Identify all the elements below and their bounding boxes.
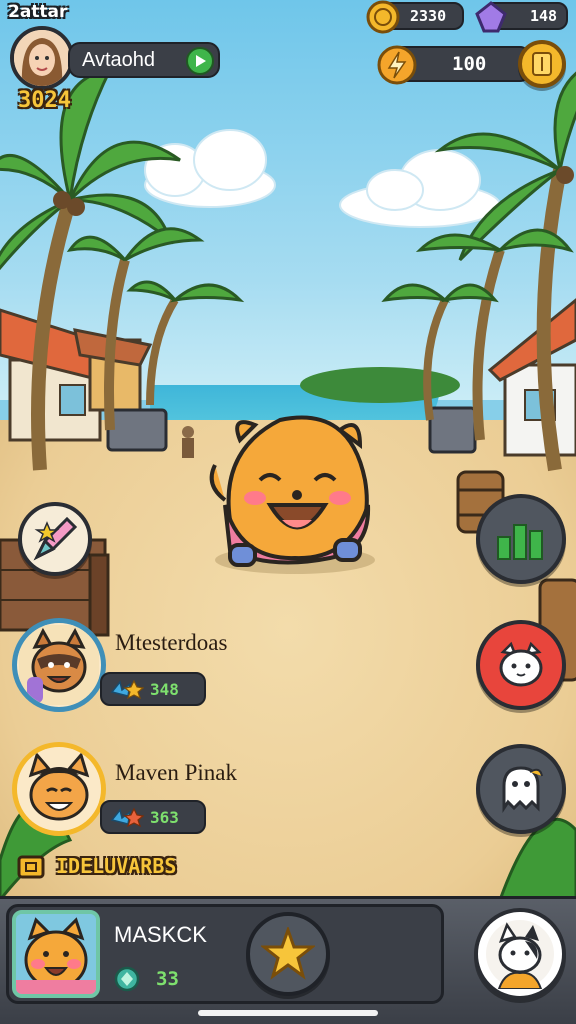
gold-coin-icon xyxy=(366,0,400,34)
status-bar-carrier: 2attar xyxy=(8,2,68,22)
friend-2-score: 363 xyxy=(150,807,179,827)
energy-plus-button[interactable] xyxy=(518,40,566,88)
friend-2-name: Maven Pinak xyxy=(115,760,238,785)
bird-badge-icon xyxy=(110,679,144,700)
pencil-icon xyxy=(33,516,78,561)
deliveries-label: IDELUVARBS xyxy=(56,854,177,878)
hamster-portrait-icon xyxy=(16,914,96,994)
main-character-hamster[interactable] xyxy=(200,410,390,580)
coins-value: 2330 xyxy=(410,7,447,25)
friend-1-score: 348 xyxy=(150,679,179,699)
right-hut xyxy=(487,298,576,457)
friend-1-avatar[interactable] xyxy=(12,618,106,712)
cat-avatar-icon xyxy=(19,749,99,829)
deliveries-link[interactable]: IDELUVARBS xyxy=(16,852,176,880)
cat-profile-button[interactable] xyxy=(474,908,566,1000)
green-gem-icon xyxy=(114,966,140,992)
stats-button[interactable] xyxy=(476,494,566,584)
pet-name: MASKCK xyxy=(114,922,207,947)
player-name: Avtaohd xyxy=(82,48,156,71)
ghost-button[interactable] xyxy=(476,744,566,834)
friend-2-score-plate[interactable]: 363 xyxy=(100,800,206,834)
star-action-button[interactable] xyxy=(246,912,330,996)
player-name-plate[interactable]: Avtaohd xyxy=(68,42,220,78)
box-icon xyxy=(17,855,45,879)
gems-value: 148 xyxy=(530,7,558,25)
purple-gem-icon xyxy=(475,1,507,33)
bar-chart-icon xyxy=(497,524,543,560)
bird-badge-icon xyxy=(110,807,144,828)
cat-portrait-icon xyxy=(486,920,554,989)
home-indicator[interactable] xyxy=(198,1010,378,1016)
pet-red-button[interactable] xyxy=(476,620,566,710)
friend-1-score-plate[interactable]: 348 xyxy=(100,672,206,706)
energy-value: 100 xyxy=(452,53,487,75)
pet-value-row: 33 xyxy=(114,966,179,992)
play-arrow-icon[interactable] xyxy=(186,47,214,75)
player-level-score: 3024 xyxy=(18,88,71,113)
woman-portrait-icon xyxy=(14,30,70,86)
coin-bolt-icon xyxy=(377,45,417,85)
raccoon-avatar-icon xyxy=(19,625,99,705)
ghost-icon xyxy=(502,766,543,813)
gold-card-icon xyxy=(532,52,552,76)
pencil-tool-button[interactable] xyxy=(18,502,92,576)
friend-1-name: Mtesterdoas xyxy=(115,630,228,655)
white-cat-icon xyxy=(499,641,543,687)
friend-2-avatar[interactable] xyxy=(12,742,106,836)
pet-value: 33 xyxy=(156,968,179,990)
pet-portrait[interactable] xyxy=(12,910,100,998)
player-avatar[interactable] xyxy=(10,26,74,90)
star-icon xyxy=(261,927,315,980)
